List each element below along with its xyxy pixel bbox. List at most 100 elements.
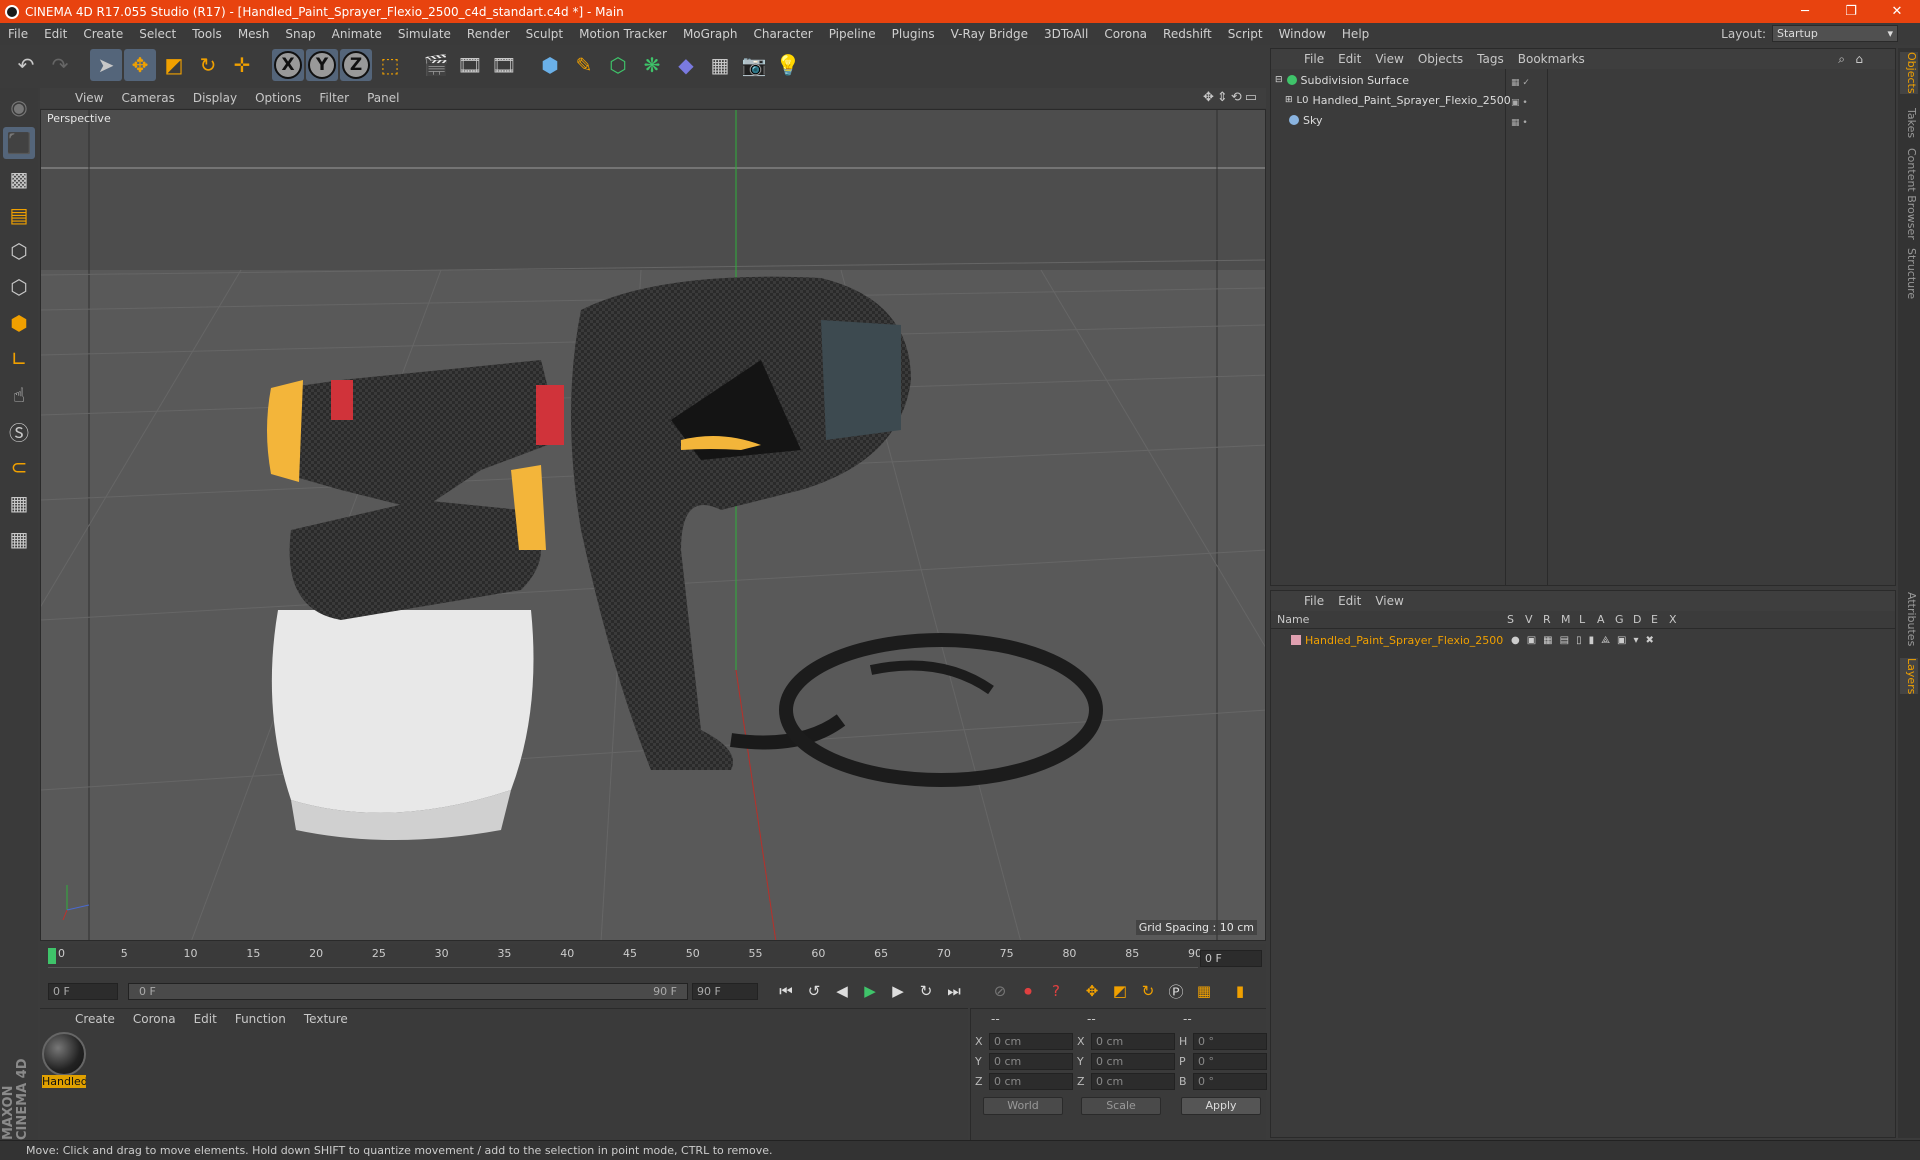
rot-h-field[interactable]: 0 ° xyxy=(1193,1033,1267,1050)
object-name[interactable]: Sky xyxy=(1303,114,1322,127)
menu-snap[interactable]: Snap xyxy=(277,27,323,41)
menu-character[interactable]: Character xyxy=(745,27,820,41)
cube-primitive-icon[interactable]: ⬢ xyxy=(534,49,566,81)
menu-3dtoall[interactable]: 3DToAll xyxy=(1036,27,1096,41)
deformer-icon[interactable]: ◆ xyxy=(670,49,702,81)
snap-magnet-icon[interactable]: ⊂ xyxy=(3,451,35,483)
layout-dropdown[interactable]: Startup xyxy=(1772,25,1898,42)
object-row-subdivision[interactable]: ⊟ Subdivision Surface xyxy=(1275,71,1409,89)
object-name[interactable]: Subdivision Surface xyxy=(1301,74,1409,87)
coordinate-space-dropdown[interactable]: World xyxy=(983,1097,1063,1115)
layer-row[interactable]: Handled_Paint_Sprayer_Flexio_2500 ●▣▦▤▯▮… xyxy=(1275,631,1654,649)
timeline-window-icon[interactable]: ▮ xyxy=(1227,978,1253,1004)
previous-keyframe-icon[interactable]: ↺ xyxy=(801,978,827,1004)
workplane-grid-icon[interactable]: ▦ xyxy=(3,523,35,555)
menu-vray-bridge[interactable]: V-Ray Bridge xyxy=(943,27,1036,41)
scale-tool-icon[interactable]: ◩ xyxy=(158,49,190,81)
start-frame-field[interactable]: 0 F xyxy=(48,982,118,1000)
material-menu-texture[interactable]: Texture xyxy=(295,1012,357,1026)
menu-edit[interactable]: Edit xyxy=(36,27,75,41)
viewport-menu-cameras[interactable]: Cameras xyxy=(112,91,183,105)
menu-sculpt[interactable]: Sculpt xyxy=(518,27,571,41)
point-level-animation-icon[interactable]: ▦ xyxy=(1191,978,1217,1004)
search-icon[interactable]: ⌕ xyxy=(1838,52,1845,67)
material-name-label[interactable]: Handled xyxy=(42,1075,86,1088)
size-y-field[interactable]: 0 cm xyxy=(1091,1053,1175,1070)
points-mode-icon[interactable]: ⬡ xyxy=(3,235,35,267)
layer-col-a[interactable]: A xyxy=(1597,613,1605,626)
move-tool-icon[interactable]: ✥ xyxy=(124,49,156,81)
menu-script[interactable]: Script xyxy=(1220,27,1271,41)
workplane-mode-icon[interactable]: ▤ xyxy=(3,199,35,231)
autokey-icon[interactable]: ⏺ xyxy=(1015,978,1041,1004)
material-menu-create[interactable]: Create xyxy=(66,1012,124,1026)
menu-select[interactable]: Select xyxy=(131,27,184,41)
render-settings-icon[interactable]: 🎞 xyxy=(488,49,520,81)
pos-x-field[interactable]: 0 cm xyxy=(989,1033,1073,1050)
object-name[interactable]: Handled_Paint_Sprayer_Flexio_2500 xyxy=(1312,94,1510,107)
home-icon[interactable]: ⌂ xyxy=(1855,52,1863,66)
menu-mograph[interactable]: MoGraph xyxy=(675,27,746,41)
model-mode-icon[interactable]: ⬛ xyxy=(3,127,35,159)
polygons-mode-icon[interactable]: ⬢ xyxy=(3,307,35,339)
menu-file[interactable]: File xyxy=(0,27,36,41)
tab-takes[interactable]: Takes xyxy=(1900,108,1918,138)
obj-menu-edit[interactable]: Edit xyxy=(1331,52,1368,66)
rot-b-field[interactable]: 0 ° xyxy=(1193,1073,1267,1090)
menu-simulate[interactable]: Simulate xyxy=(390,27,459,41)
loop-icon[interactable]: ↻ xyxy=(913,978,939,1004)
layer-col-r[interactable]: R xyxy=(1543,613,1551,626)
parameter-key-icon[interactable]: Ⓟ xyxy=(1163,978,1189,1004)
menu-redshift[interactable]: Redshift xyxy=(1155,27,1220,41)
viewport-menu-options[interactable]: Options xyxy=(246,91,310,105)
tweak-mode-icon[interactable]: ☝ xyxy=(3,379,35,411)
render-view-icon[interactable]: 🎬 xyxy=(420,49,452,81)
layer-col-g[interactable]: G xyxy=(1615,613,1624,626)
layer-col-l[interactable]: L xyxy=(1579,613,1585,626)
tab-objects[interactable]: Objects xyxy=(1900,52,1918,94)
obj-menu-objects[interactable]: Objects xyxy=(1411,52,1470,66)
pos-z-field[interactable]: 0 cm xyxy=(989,1073,1073,1090)
object-row-sky[interactable]: Sky xyxy=(1275,111,1322,129)
size-x-field[interactable]: 0 cm xyxy=(1091,1033,1175,1050)
layer-col-v[interactable]: V xyxy=(1525,613,1533,626)
viewport-menu-view[interactable]: View xyxy=(66,91,112,105)
layer-color-swatch[interactable] xyxy=(1291,635,1301,645)
next-frame-icon[interactable]: ▶ xyxy=(885,978,911,1004)
viewport-menu-panel[interactable]: Panel xyxy=(358,91,408,105)
axis-mode-icon[interactable]: ∟ xyxy=(3,343,35,375)
close-button[interactable]: ✕ xyxy=(1874,4,1920,19)
edges-mode-icon[interactable]: ⬡ xyxy=(3,271,35,303)
record-keyframe-icon[interactable]: ⊘ xyxy=(987,978,1013,1004)
menu-tools[interactable]: Tools xyxy=(184,27,230,41)
viewport-navigation-icons[interactable]: ✥⇕⟲▭ xyxy=(1203,90,1260,105)
timeline-playhead[interactable] xyxy=(48,948,56,964)
undo-icon[interactable]: ↶ xyxy=(10,49,42,81)
layer-menu-view[interactable]: View xyxy=(1368,594,1410,608)
go-to-end-icon[interactable]: ⏭ xyxy=(941,978,967,1004)
menu-plugins[interactable]: Plugins xyxy=(884,27,943,41)
make-editable-icon[interactable]: ◉ xyxy=(3,91,35,123)
keyframe-selection-icon[interactable]: ? xyxy=(1043,978,1069,1004)
restore-button[interactable]: ❐ xyxy=(1828,4,1874,19)
obj-menu-view[interactable]: View xyxy=(1368,52,1410,66)
axis-z-button[interactable]: Z xyxy=(342,51,370,79)
tab-attributes[interactable]: Attributes xyxy=(1900,592,1918,646)
last-tool-icon[interactable]: ✛ xyxy=(226,49,258,81)
expand-icon[interactable]: ⊟ xyxy=(1275,75,1283,85)
menu-motion-tracker[interactable]: Motion Tracker xyxy=(571,27,675,41)
tab-structure[interactable]: Structure xyxy=(1900,248,1918,299)
frame-range-slider[interactable]: 0 F 90 F xyxy=(128,982,688,1000)
rotate-tool-icon[interactable]: ↻ xyxy=(192,49,224,81)
menu-render[interactable]: Render xyxy=(459,27,518,41)
material-menu-edit[interactable]: Edit xyxy=(185,1012,226,1026)
axis-y-button[interactable]: Y xyxy=(308,51,336,79)
obj-menu-tags[interactable]: Tags xyxy=(1470,52,1511,66)
tab-layers[interactable]: Layers xyxy=(1900,658,1918,695)
timeline[interactable]: 0 5 10 15 20 25 30 35 40 45 50 55 60 65 70 75 80 85 90 0 F xyxy=(40,944,1266,974)
layer-menu-edit[interactable]: Edit xyxy=(1331,594,1368,608)
layer-name[interactable]: Handled_Paint_Sprayer_Flexio_2500 xyxy=(1305,634,1503,647)
size-mode-dropdown[interactable]: Scale xyxy=(1081,1097,1161,1115)
minimize-button[interactable]: ─ xyxy=(1782,4,1828,19)
layer-col-m[interactable]: M xyxy=(1561,613,1571,626)
